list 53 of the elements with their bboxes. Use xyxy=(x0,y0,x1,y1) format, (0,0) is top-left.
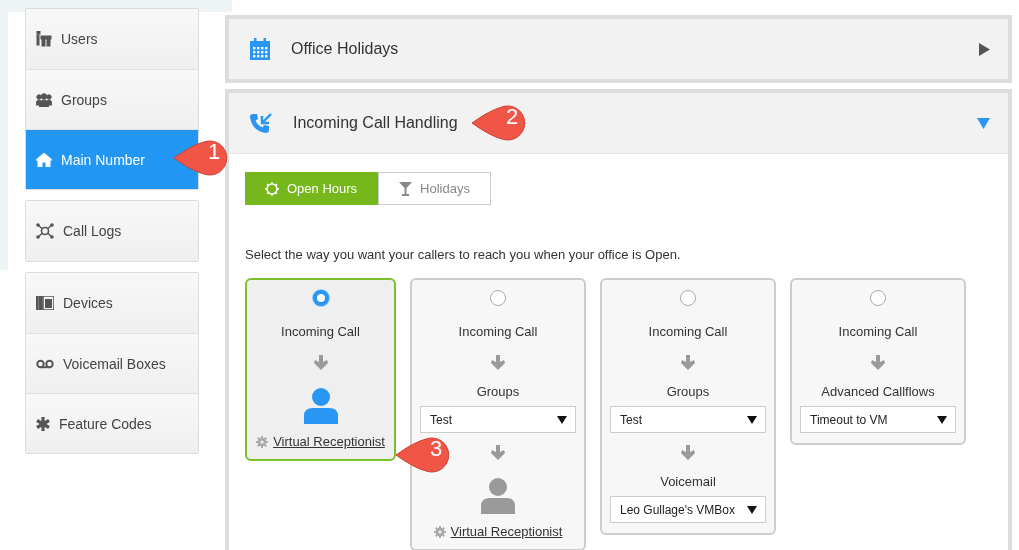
dropdown-caret-icon xyxy=(937,415,947,424)
sidebar-item[interactable]: Feature Codes xyxy=(26,393,198,453)
dropdown-caret-icon xyxy=(747,505,757,514)
voicemail-icon xyxy=(36,358,54,369)
home-icon xyxy=(36,152,52,167)
down-arrow-icon xyxy=(313,355,328,370)
sidebar-item[interactable]: Call Logs xyxy=(26,201,198,261)
dropdown-caret-icon xyxy=(747,415,757,424)
sun-icon xyxy=(265,181,279,196)
dropdown[interactable]: Test xyxy=(420,406,576,433)
dropdown-caret-icon xyxy=(557,415,567,424)
accordion-header[interactable]: Office Holidays xyxy=(229,19,1008,79)
radio-button[interactable] xyxy=(312,290,329,306)
users-icon xyxy=(36,31,52,47)
sidebar-item[interactable]: Devices xyxy=(26,273,198,333)
cocktail-glass-icon xyxy=(399,181,413,196)
step-label: Incoming Call xyxy=(648,324,728,339)
step-label: Advanced Callflows xyxy=(821,384,935,399)
dropdown[interactable]: Leo Gullage's VMBox xyxy=(610,496,766,523)
calendar-icon xyxy=(249,38,271,60)
tab[interactable]: Holidays xyxy=(378,172,491,205)
sidebar-item[interactable]: Groups xyxy=(26,69,198,129)
option-card[interactable]: Incoming Call Advanced Callflows Timeout to VM xyxy=(790,278,966,445)
asterisk-icon xyxy=(36,416,50,431)
step-label: Groups xyxy=(476,384,520,399)
step-label: Incoming Call xyxy=(838,324,918,339)
down-arrow-icon xyxy=(681,445,695,460)
step-label: Incoming Call xyxy=(458,324,538,339)
incoming-call-icon xyxy=(249,112,273,134)
radio-button[interactable] xyxy=(870,290,886,306)
people-icon xyxy=(36,92,52,107)
network-icon xyxy=(36,223,54,239)
dropdown[interactable]: Test xyxy=(610,406,766,433)
option-card[interactable]: Incoming Call Virtual Receptionist xyxy=(245,278,396,461)
down-arrow-icon xyxy=(681,355,695,370)
step-label: Groups xyxy=(666,384,710,399)
down-arrow-icon xyxy=(491,355,505,370)
radio-button[interactable] xyxy=(490,290,506,306)
gear-icon xyxy=(256,435,269,448)
down-arrow-icon xyxy=(871,355,885,370)
step-label: Incoming Call xyxy=(281,324,360,339)
gear-icon xyxy=(433,525,446,538)
step-label: Voicemail xyxy=(660,474,716,489)
option-card[interactable]: Incoming Call Groups Test Voicemail Leo Gullage's VMBox xyxy=(600,278,776,535)
receptionist-link[interactable]: Virtual Receptionist xyxy=(450,524,563,539)
desk-phone-icon xyxy=(36,296,54,310)
sidebar-item[interactable]: Voicemail Boxes xyxy=(26,333,198,393)
down-arrow-icon xyxy=(491,445,505,460)
receptionist-link[interactable]: Virtual Receptionist xyxy=(273,434,385,449)
radio-button[interactable] xyxy=(680,290,696,306)
dropdown[interactable]: Timeout to VM xyxy=(800,406,956,433)
instructions-text: Select the way you want your callers to reach you when your office is Open. xyxy=(245,247,682,262)
sidebar-item[interactable]: Users xyxy=(26,9,198,69)
